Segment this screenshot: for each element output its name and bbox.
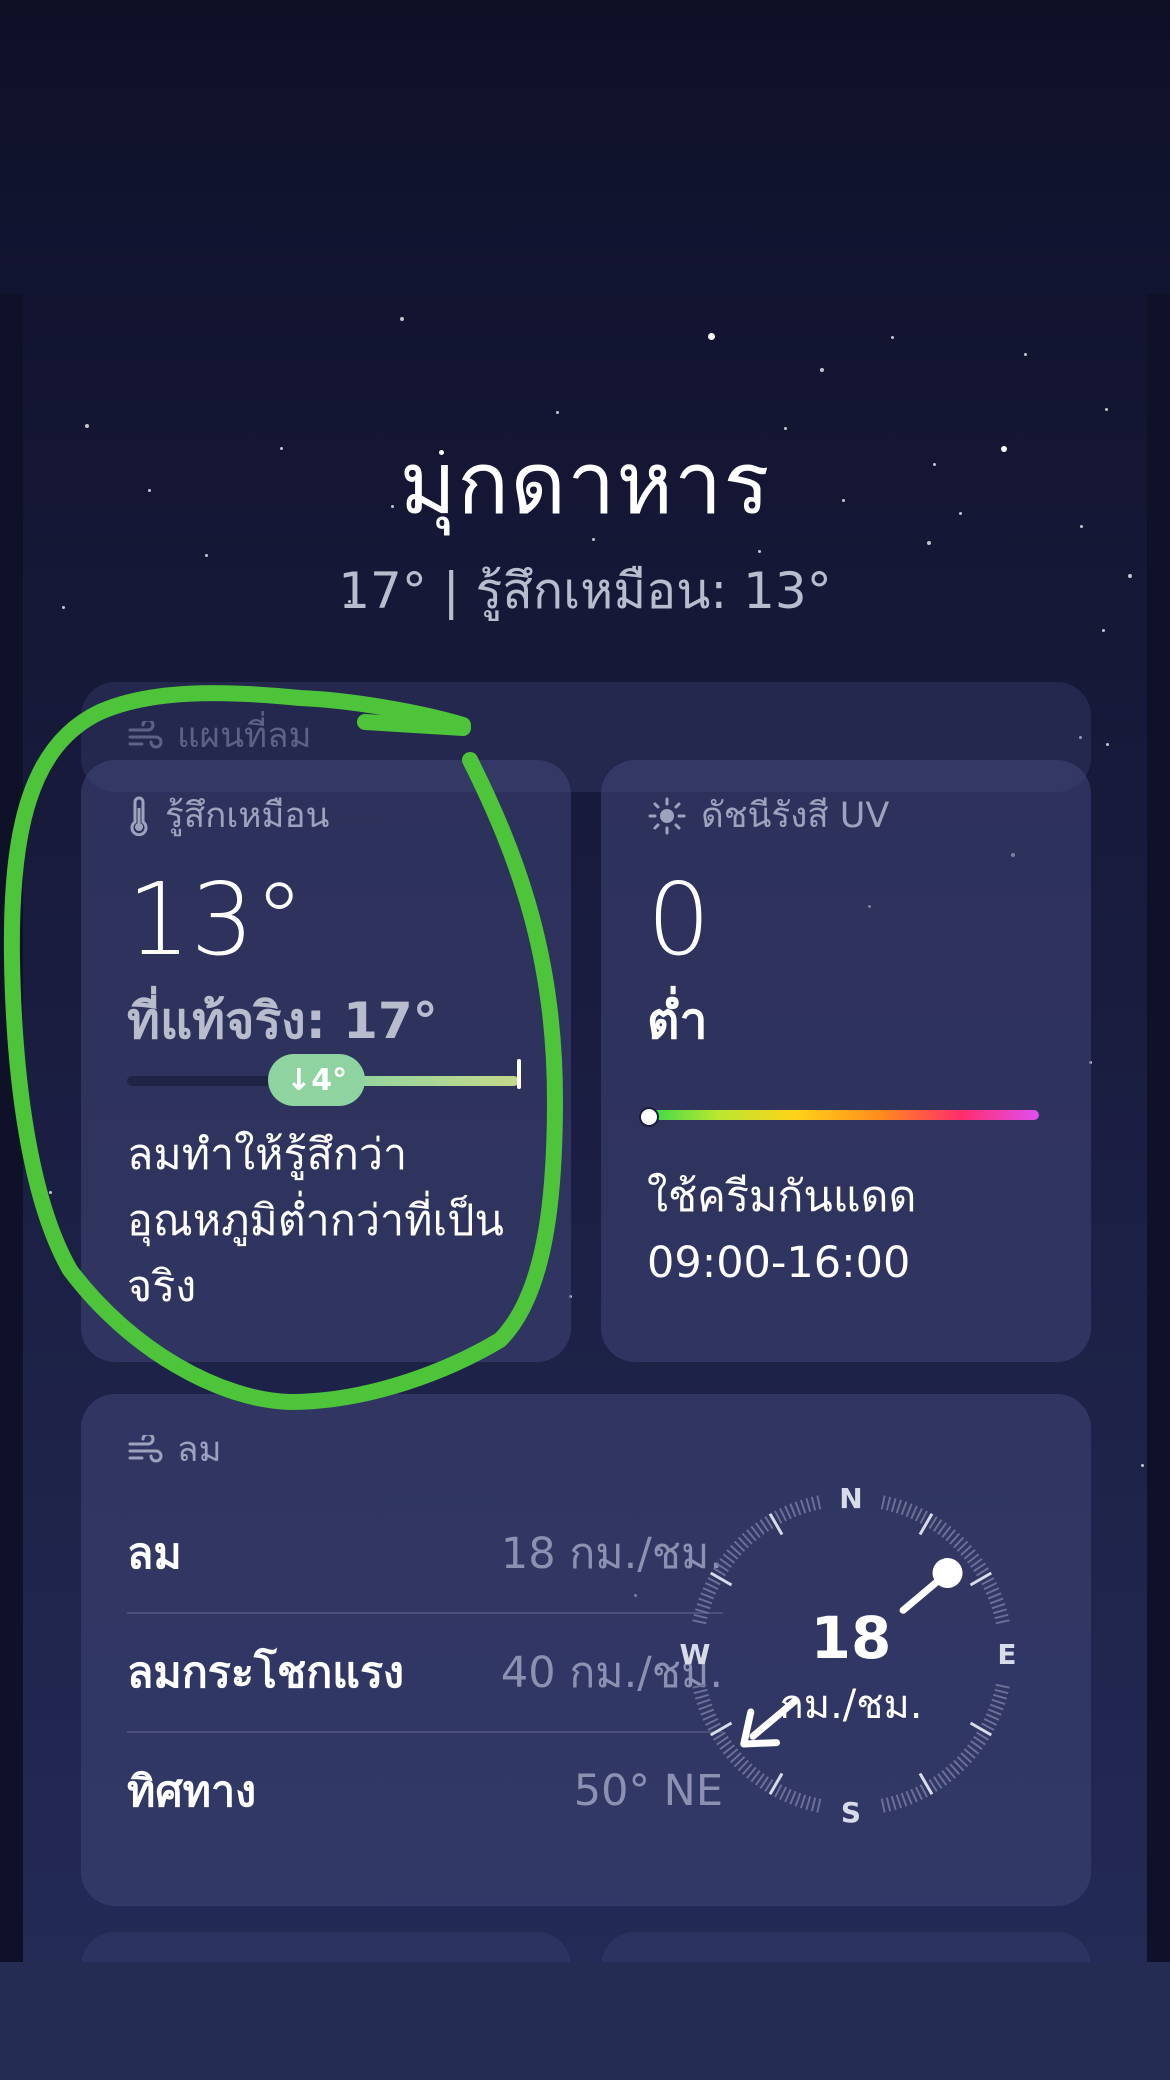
star [1141, 1464, 1144, 1467]
compass-tick [885, 1496, 892, 1511]
weather-sheet: มุกดาหาร 17° | รู้สึกเหมือน: 13° แผนที่ล… [23, 294, 1147, 1962]
compass-tick [890, 1795, 897, 1811]
compass-tick [784, 1788, 792, 1803]
uv-index-value: 0 [647, 861, 711, 978]
compass-tick [794, 1501, 802, 1516]
wind-direction-row: ทิศทาง 50° NE [127, 1732, 723, 1850]
star [1105, 742, 1109, 746]
feels-like-bar: ↓4° [127, 1054, 521, 1106]
star [1024, 352, 1027, 356]
compass-tick [885, 1797, 892, 1812]
compass-tick [905, 1790, 913, 1805]
compass-tick [987, 1592, 1002, 1600]
star [891, 335, 895, 339]
thermometer-icon [127, 796, 151, 836]
compass-tick [985, 1587, 1000, 1595]
wind-card[interactable]: ลม ลม 18 กม./ชม. ลมกระโชกแรง 40 กม./ชม. … [81, 1394, 1091, 1906]
compass-tick [709, 1571, 733, 1587]
compass-tick [805, 1795, 812, 1811]
next-card-right[interactable] [601, 1932, 1091, 1962]
temperature-difference-badge: ↓4° [268, 1054, 366, 1106]
compass-tick [805, 1497, 812, 1513]
compass-tick [895, 1499, 903, 1514]
compass-wind-unit: กม./ชม. [779, 1682, 923, 1728]
feels-like-bar-fill [342, 1076, 519, 1086]
compass-tick [900, 1501, 908, 1516]
sun-icon [647, 796, 687, 836]
feels-like-title: รู้สึกเหมือน [165, 796, 330, 836]
uv-index-bar [639, 1107, 1039, 1127]
compass-tick [799, 1794, 807, 1809]
compass-tick [880, 1798, 886, 1813]
uv-index-card[interactable]: ดัชนีรังสี UV 0 ต่ำ ใช้ครีมกันแดด 09:00-… [601, 760, 1091, 1362]
compass-tick [914, 1507, 923, 1522]
compass-tick [989, 1597, 1004, 1605]
wind-gust-row: ลมกระโชกแรง 40 กม./ชม. [127, 1613, 723, 1731]
compass-tick [779, 1507, 788, 1522]
compass-tick [698, 1597, 713, 1605]
compass-tick [905, 1503, 913, 1518]
compass-tick [810, 1797, 817, 1812]
compass-tick [969, 1571, 993, 1587]
feels-like-description: ลมทำให้รู้สึกว่าอุณหภูมิต่ำกว่าที่เป็นจร… [127, 1130, 504, 1312]
wind-icon [127, 1434, 163, 1465]
wind-gust-label: ลมกระโชกแรง [127, 1648, 405, 1698]
compass-tick [789, 1790, 797, 1805]
next-card-left[interactable] [81, 1932, 571, 1962]
compass-tick [700, 1592, 715, 1600]
compass-tick [816, 1495, 822, 1510]
compass-tick [918, 1772, 934, 1796]
star [1104, 408, 1108, 412]
actual-temperature-marker [517, 1059, 521, 1089]
uv-index-marker [639, 1107, 659, 1127]
compass-tick [900, 1792, 908, 1807]
wind-card-title: ลม [177, 1430, 222, 1470]
compass-tick [768, 1512, 784, 1536]
compass-tick [914, 1786, 923, 1801]
bottom-background [0, 1962, 1170, 2080]
compass-north-label: N [839, 1482, 862, 1515]
city-name: มุกดาหาร [399, 434, 771, 534]
feels-like-card[interactable]: รู้สึกเหมือน 13° ที่แท้จริง: 17° ↓4° ลมท… [81, 760, 571, 1362]
feels-like-value: 13° [127, 861, 305, 978]
wind-speed-label: ลม [127, 1529, 182, 1579]
compass-tick [784, 1505, 792, 1520]
compass-wind-speed: 18 [810, 1604, 892, 1672]
compass-tick [768, 1772, 784, 1796]
compass-tick [890, 1497, 897, 1513]
compass-tick [789, 1503, 797, 1518]
compass-tick [779, 1786, 788, 1801]
compass-tick [816, 1798, 822, 1813]
current-temperature-summary: 17° | รู้สึกเหมือน: 13° [338, 562, 832, 620]
wind-speed-row: ลม 18 กม./ชม. [127, 1494, 723, 1612]
uv-index-level: ต่ำ [647, 992, 708, 1050]
compass-tick [918, 1512, 934, 1536]
star [400, 317, 404, 322]
star [708, 333, 716, 340]
wind-icon [127, 720, 163, 751]
uv-index-description: ใช้ครีมกันแดด 09:00-16:00 [647, 1172, 917, 1288]
compass-tick [895, 1794, 903, 1809]
compass-south-label: S [841, 1796, 861, 1826]
compass-tick [799, 1499, 807, 1514]
compass-tick [702, 1587, 717, 1595]
wind-map-title: แผนที่ลม [177, 716, 312, 756]
wind-compass: N E S W 18 กม./ชม. [679, 1482, 1023, 1829]
compass-tick [880, 1495, 886, 1510]
top-background [0, 0, 1170, 294]
uv-index-title: ดัชนีรังสี UV [701, 796, 890, 836]
star [819, 368, 824, 373]
actual-temperature: ที่แท้จริง: 17° [127, 992, 438, 1050]
compass-tick [910, 1505, 918, 1520]
compass-tick [810, 1496, 817, 1511]
wind-direction-label: ทิศทาง [127, 1767, 257, 1817]
star [49, 1191, 52, 1194]
compass-tick [704, 1582, 719, 1591]
compass-tick [794, 1792, 802, 1807]
compass-tick [983, 1582, 998, 1591]
compass-tick [910, 1788, 918, 1803]
